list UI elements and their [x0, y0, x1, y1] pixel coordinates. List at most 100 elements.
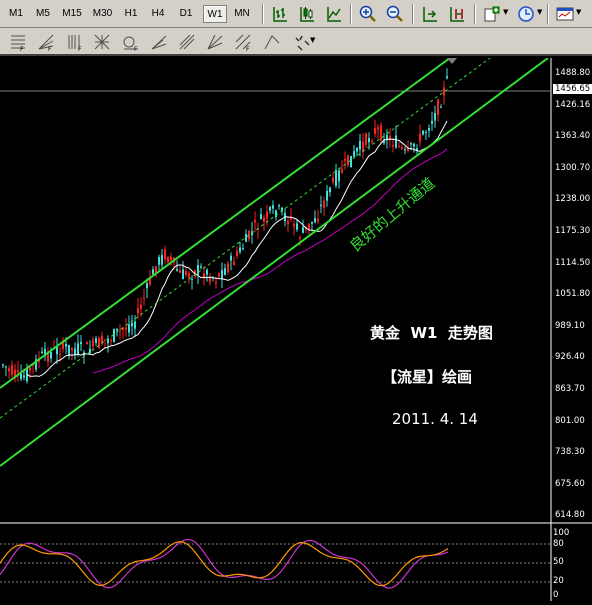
- timeframe-m5-button[interactable]: M5: [31, 5, 55, 23]
- templates-icon[interactable]: [555, 4, 575, 24]
- fibo-retracement-icon[interactable]: F: [8, 32, 28, 52]
- candlestick-icon[interactable]: [297, 4, 317, 24]
- candle-body: [197, 265, 199, 275]
- candle-body: [338, 170, 340, 182]
- candle-body: [80, 341, 82, 345]
- candle-body: [227, 263, 229, 273]
- chart-shift-icon[interactable]: [447, 4, 467, 24]
- candle-body: [239, 247, 241, 252]
- candle-body: [8, 368, 10, 372]
- candle-body: [368, 138, 370, 143]
- candle-body: [410, 143, 412, 145]
- candle-body: [320, 204, 322, 207]
- timeframe-toolbar: M1 M5 M15 M30 H1 H4 D1 W1 MN ▼ ▼ ▼: [0, 0, 592, 28]
- fibo-expansion-icon[interactable]: [262, 32, 282, 52]
- line-chart-icon[interactable]: [324, 4, 344, 24]
- candle-body: [191, 278, 193, 280]
- andrews-pitchfork-icon[interactable]: [177, 32, 197, 52]
- timeframe-w1-button[interactable]: W1: [203, 5, 227, 23]
- chart-shift-marker: [447, 58, 457, 64]
- candle-body: [98, 337, 100, 349]
- candle-body: [260, 214, 262, 219]
- candle-body: [167, 257, 169, 263]
- candle-body: [344, 158, 346, 161]
- candle-body: [221, 270, 223, 279]
- candle-body: [296, 223, 298, 230]
- candle-body: [398, 145, 400, 147]
- gann-grid-icon[interactable]: F: [233, 32, 253, 52]
- chart-window[interactable]: [0, 57, 592, 601]
- price-chart[interactable]: [0, 57, 592, 601]
- price-tick-label: 675.60: [555, 478, 585, 489]
- oscillator-tick-label: 20: [553, 576, 564, 586]
- zoom-out-icon[interactable]: [385, 4, 405, 24]
- oscillator-tick-label: 0: [553, 590, 559, 600]
- candle-body: [440, 106, 442, 108]
- candle-body: [50, 352, 52, 359]
- candle-body: [86, 342, 88, 345]
- candle-body: [332, 177, 334, 183]
- timeframe-m15-button[interactable]: M15: [58, 5, 86, 23]
- candle-body: [347, 155, 349, 166]
- cycle-lines-icon[interactable]: F: [121, 32, 141, 52]
- oscillator-tick-label: 100: [553, 528, 570, 538]
- candle-body: [419, 133, 421, 142]
- bar-chart-icon[interactable]: [270, 4, 290, 24]
- candle-body: [269, 207, 271, 211]
- chevron-down-icon[interactable]: ▼: [310, 36, 315, 44]
- indicators-icon[interactable]: [482, 4, 502, 24]
- chevron-down-icon[interactable]: ▼: [576, 8, 581, 16]
- candle-body: [329, 187, 331, 193]
- candle-body: [176, 269, 178, 271]
- chevron-down-icon[interactable]: ▼: [537, 8, 542, 16]
- candle-body: [245, 234, 247, 242]
- candle-body: [158, 257, 160, 265]
- timeframe-h4-button[interactable]: H4: [146, 5, 170, 23]
- timeframe-h1-button[interactable]: H1: [119, 5, 143, 23]
- candle-body: [293, 223, 295, 227]
- oscillator-tick-label: 80: [553, 539, 564, 549]
- fibo-arcs-icon[interactable]: [149, 32, 169, 52]
- periods-icon[interactable]: [516, 4, 536, 24]
- candle-body: [302, 227, 304, 233]
- timeframe-mn-button[interactable]: MN: [230, 5, 254, 23]
- timeframe-d1-button[interactable]: D1: [174, 5, 198, 23]
- grid-icon[interactable]: [92, 32, 112, 52]
- auto-scroll-icon[interactable]: [420, 4, 440, 24]
- candle-body: [59, 354, 61, 356]
- candle-body: [218, 273, 220, 277]
- candle-body: [275, 210, 277, 218]
- candle-body: [92, 339, 94, 347]
- fibo-fan-icon[interactable]: F: [36, 32, 56, 52]
- candle-body: [353, 151, 355, 157]
- gann-fan-icon[interactable]: [205, 32, 225, 52]
- candle-body: [323, 200, 325, 208]
- svg-text:F: F: [20, 46, 24, 52]
- oscillator-tick-label: 50: [553, 557, 564, 567]
- price-tick-label: 989.10: [555, 320, 585, 331]
- fibo-timezones-icon[interactable]: F: [64, 32, 84, 52]
- price-tick-label: 1363.40: [555, 131, 591, 142]
- price-tick-label: 614.80: [555, 510, 585, 521]
- candle-body: [428, 128, 430, 131]
- chevron-down-icon[interactable]: ▼: [503, 8, 508, 16]
- svg-text:F: F: [134, 46, 138, 52]
- arrows-icon[interactable]: [292, 32, 312, 52]
- timeframe-m30-button[interactable]: M30: [89, 5, 116, 23]
- zoom-in-icon[interactable]: [358, 4, 378, 24]
- candle-body: [314, 218, 316, 223]
- chart-title-annotation: 黄金 W1 走势图: [370, 324, 493, 342]
- candle-body: [341, 168, 343, 173]
- price-tick-label: 1051.80: [555, 289, 591, 300]
- toolbar-separator: [412, 4, 414, 24]
- timeframe-m1-button[interactable]: M1: [4, 5, 28, 23]
- current-price-label: 1456.65: [553, 84, 592, 94]
- candle-body: [395, 135, 397, 148]
- candle-body: [224, 268, 226, 275]
- toolbar-separator: [474, 4, 476, 24]
- candle-body: [380, 125, 382, 141]
- candle-body: [350, 155, 352, 168]
- drawing-toolbar: F F F F F ▼: [0, 28, 592, 56]
- price-tick-label: 1488.80: [555, 68, 591, 78]
- candle-body: [143, 297, 145, 299]
